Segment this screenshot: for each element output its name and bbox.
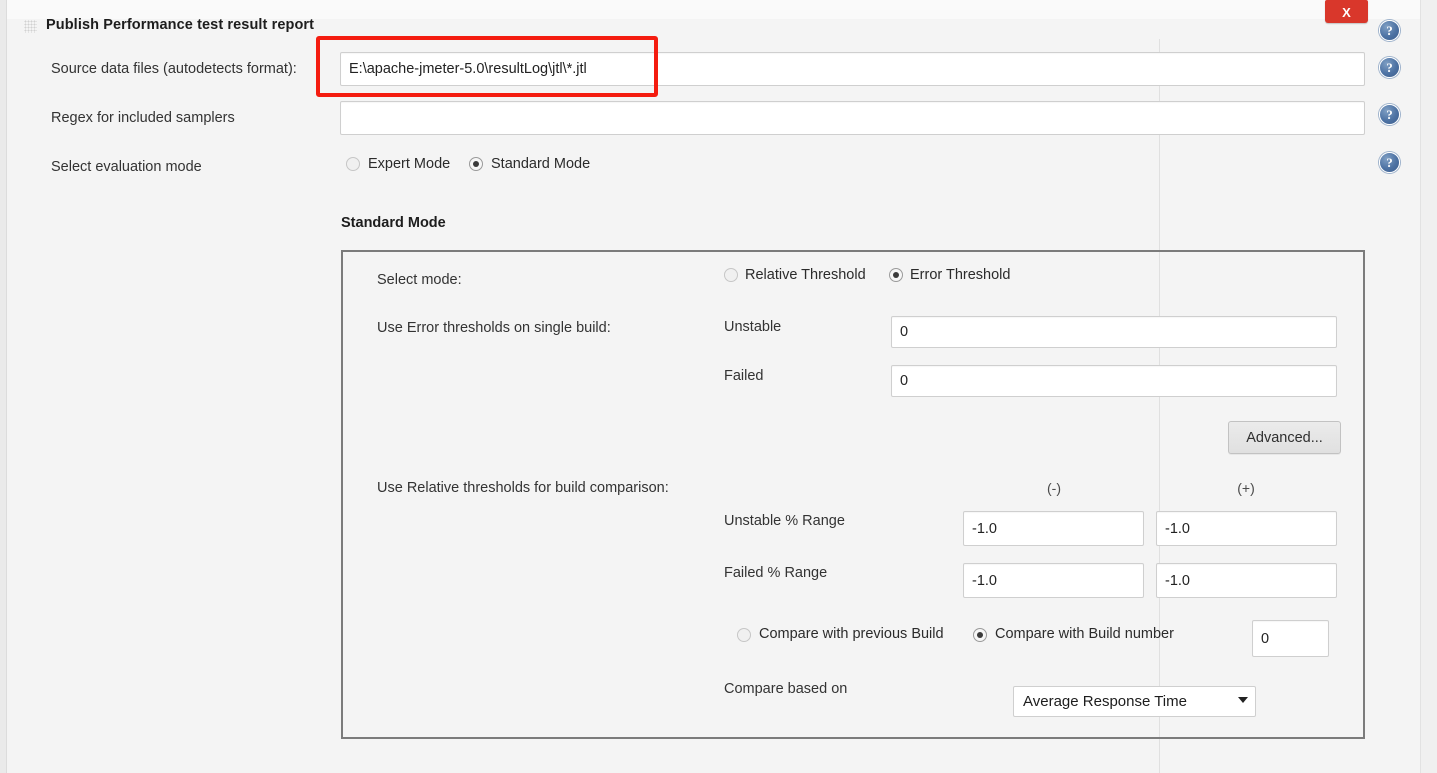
close-button[interactable]: X — [1325, 0, 1368, 23]
failed-label: Failed — [724, 368, 764, 384]
failed-range-label: Failed % Range — [724, 565, 828, 581]
compare-based-on-select[interactable]: Average Response TimeMedian Response Tim… — [1013, 686, 1256, 717]
failed-range-minus-input[interactable] — [963, 563, 1144, 598]
error-thresholds-label: Use Error thresholds on single build: — [377, 320, 611, 336]
radio-compare-build-number[interactable] — [973, 628, 987, 642]
radio-standard-mode-label[interactable]: Standard Mode — [491, 156, 590, 172]
help-circle-icon[interactable] — [1379, 20, 1400, 41]
column-header-minus: (-) — [1047, 480, 1061, 496]
page-left-edge — [0, 0, 7, 773]
relative-thresholds-label: Use Relative thresholds for build compar… — [377, 480, 669, 496]
regex-samplers-label: Regex for included samplers — [51, 110, 235, 126]
radio-compare-previous-build[interactable] — [737, 628, 751, 642]
advanced-button[interactable]: Advanced... — [1228, 421, 1341, 454]
failed-range-plus-input[interactable] — [1156, 563, 1337, 598]
page-title: Publish Performance test result report — [46, 17, 315, 33]
unstable-range-minus-input[interactable] — [963, 511, 1144, 546]
radio-error-threshold[interactable] — [889, 268, 903, 282]
radio-relative-threshold[interactable] — [724, 268, 738, 282]
radio-error-threshold-label[interactable]: Error Threshold — [910, 267, 1010, 283]
unstable-label: Unstable — [724, 319, 782, 335]
unstable-range-plus-input[interactable] — [1156, 511, 1337, 546]
page-right-edge — [1420, 0, 1437, 773]
radio-relative-threshold-label[interactable]: Relative Threshold — [745, 267, 866, 283]
help-circle-icon[interactable] — [1379, 104, 1400, 125]
radio-compare-build-number-label[interactable]: Compare with Build number — [995, 626, 1174, 642]
evaluation-mode-label: Select evaluation mode — [51, 159, 202, 175]
radio-expert-mode-label[interactable]: Expert Mode — [368, 156, 450, 172]
radio-compare-previous-build-label[interactable]: Compare with previous Build — [759, 626, 944, 642]
regex-samplers-input[interactable] — [340, 101, 1365, 135]
plugin-config-page: Publish Performance test result report X… — [0, 0, 1437, 773]
compare-based-on-label: Compare based on — [724, 681, 848, 697]
source-data-files-input[interactable] — [340, 52, 1365, 86]
unstable-input[interactable] — [891, 316, 1337, 348]
radio-expert-mode[interactable] — [346, 157, 360, 171]
drag-handle-icon[interactable] — [24, 20, 37, 33]
select-mode-label: Select mode: — [377, 272, 462, 288]
build-number-input[interactable] — [1252, 620, 1329, 657]
column-header-plus: (+) — [1237, 480, 1255, 496]
standard-mode-heading: Standard Mode — [341, 215, 446, 231]
radio-standard-mode[interactable] — [469, 157, 483, 171]
help-circle-icon[interactable] — [1379, 152, 1400, 173]
help-circle-icon[interactable] — [1379, 57, 1400, 78]
unstable-range-label: Unstable % Range — [724, 513, 845, 529]
failed-input[interactable] — [891, 365, 1337, 397]
source-data-files-label: Source data files (autodetects format): — [51, 61, 297, 77]
